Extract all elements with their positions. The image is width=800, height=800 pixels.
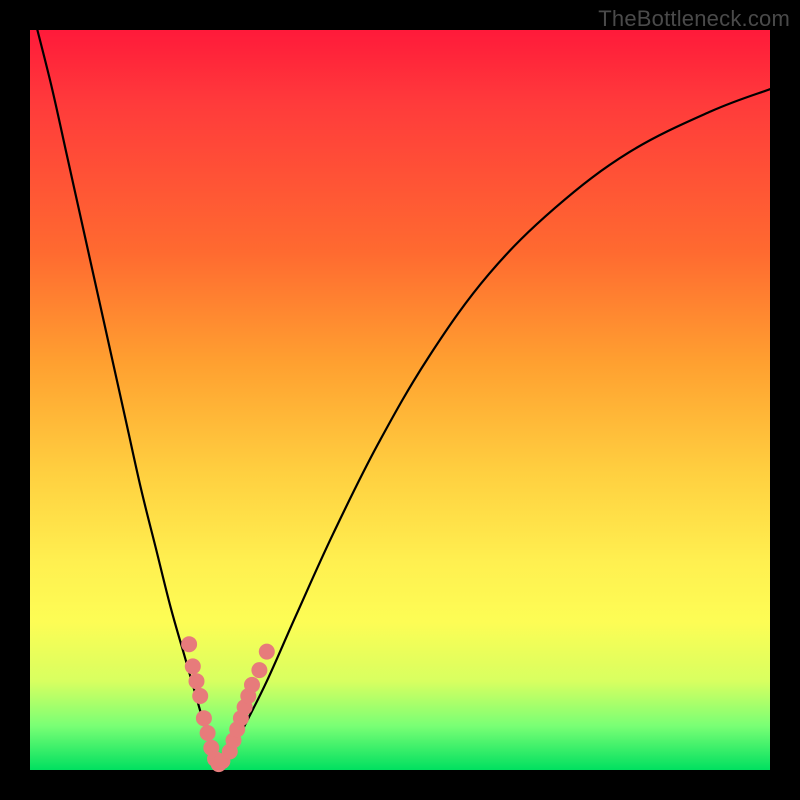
- highlight-marker: [185, 658, 201, 674]
- highlight-marker: [189, 673, 205, 689]
- plot-area: [30, 30, 770, 770]
- watermark-text: TheBottleneck.com: [598, 6, 790, 32]
- highlight-marker: [196, 710, 212, 726]
- highlight-marker: [251, 662, 267, 678]
- highlight-marker: [200, 725, 216, 741]
- highlight-marker: [259, 644, 275, 660]
- chart-frame: TheBottleneck.com: [0, 0, 800, 800]
- highlight-marker: [192, 688, 208, 704]
- bottleneck-curve: [37, 30, 770, 767]
- bottleneck-curve-svg: [30, 30, 770, 770]
- highlight-marker: [244, 677, 260, 693]
- highlight-markers: [181, 636, 275, 772]
- highlight-marker: [181, 636, 197, 652]
